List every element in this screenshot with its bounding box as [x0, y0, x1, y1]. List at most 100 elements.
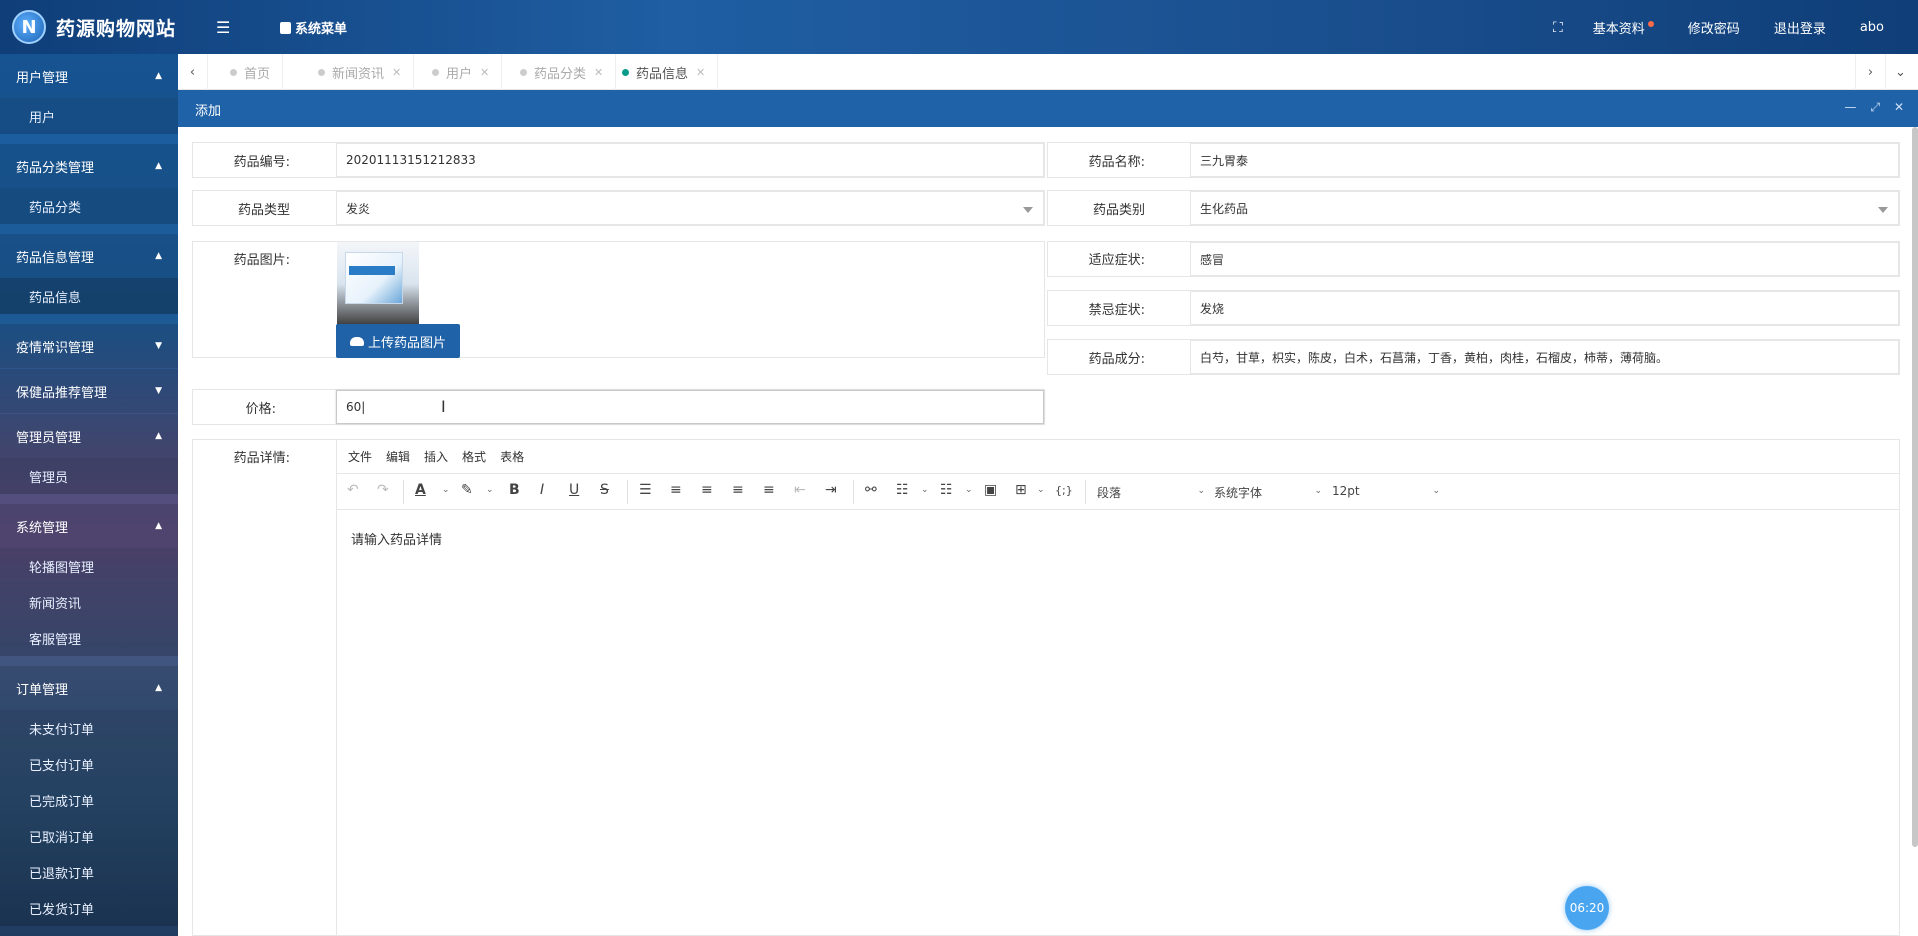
editor-menu-format[interactable]: 格式: [462, 448, 486, 465]
align-left-icon[interactable]: ≡: [670, 482, 682, 498]
image-icon[interactable]: ▣: [984, 482, 997, 498]
system-menu-button[interactable]: 系统菜单: [280, 18, 347, 37]
menu-toggle-icon[interactable]: ☰: [216, 18, 230, 37]
paragraph-select-value: 段落: [1097, 486, 1122, 500]
page-scrollbar[interactable]: [1912, 127, 1918, 847]
sidebar-group-epidemic[interactable]: 疫情常识管理 ▼: [0, 324, 178, 368]
logout-link[interactable]: 退出登录: [1774, 18, 1826, 37]
code-input[interactable]: 20201113151212833: [336, 143, 1044, 177]
indication-input[interactable]: 感冒: [1190, 242, 1899, 276]
close-icon[interactable]: ✕: [392, 66, 401, 79]
sidebar-item-carousel[interactable]: 轮播图管理: [0, 548, 178, 584]
sidebar-item-completed-orders[interactable]: 已完成订单: [0, 782, 178, 818]
numbered-list-icon[interactable]: ☷: [940, 482, 953, 498]
font-color-icon[interactable]: A: [415, 482, 426, 498]
sidebar-group-label: 疫情常识管理: [16, 340, 95, 356]
name-input[interactable]: 三九胃泰: [1190, 143, 1899, 177]
sidebar-item-cancelled-orders[interactable]: 已取消订单: [0, 818, 178, 854]
align-center-icon[interactable]: ≡: [701, 482, 713, 498]
line-height-icon[interactable]: ☰: [639, 482, 652, 498]
sidebar-item-user[interactable]: 用户: [0, 98, 178, 134]
tab-drug-info[interactable]: 药品信息 ✕: [600, 54, 719, 90]
redo-icon[interactable]: ↷: [377, 482, 389, 498]
medicine-box-image: [345, 252, 403, 304]
tabs-bar: ‹ 首页 新闻资讯 ✕ 用户 ✕ 药品分类 ✕ 药品信息 ✕ › ⌄: [178, 54, 1918, 90]
detail-label-cell: [192, 439, 337, 936]
fullscreen-icon[interactable]: ⛶: [1553, 20, 1563, 36]
undo-icon[interactable]: ↶: [347, 482, 359, 498]
sidebar-group-drug-info[interactable]: 药品信息管理 ▲: [0, 234, 178, 278]
tab-user[interactable]: 用户 ✕: [410, 54, 503, 90]
sidebar-group-system[interactable]: 系统管理 ▲: [0, 504, 178, 548]
align-justify-icon[interactable]: ≡: [763, 482, 775, 498]
indent-icon[interactable]: ⇥: [825, 482, 837, 498]
tab-label: 药品分类: [534, 66, 587, 82]
font-size-select-value: 12pt: [1332, 484, 1360, 498]
editor-menu-insert[interactable]: 插入: [424, 448, 448, 465]
tab-next-icon[interactable]: ›: [1855, 54, 1885, 90]
sidebar-group-user[interactable]: 用户管理 ▲: [0, 54, 178, 98]
tab-drug-category[interactable]: 药品分类 ✕: [498, 54, 617, 90]
contraindication-input[interactable]: 发烧: [1190, 291, 1899, 325]
chevron-down-icon: ⌄: [1197, 486, 1205, 496]
chevron-up-icon: ▲: [155, 71, 162, 81]
sidebar-item-drug-category[interactable]: 药品分类: [0, 188, 178, 224]
align-right-icon[interactable]: ≡: [732, 482, 744, 498]
bullet-list-icon[interactable]: ☷: [896, 482, 909, 498]
category-select[interactable]: 生化药品: [1190, 191, 1899, 225]
username[interactable]: abo: [1860, 20, 1884, 35]
editor-menu-file[interactable]: 文件: [348, 448, 372, 465]
chevron-down-icon[interactable]: ⌄: [442, 485, 450, 495]
profile-label: 基本资料: [1592, 22, 1645, 37]
font-size-select[interactable]: 12pt ⌄: [1332, 484, 1440, 498]
tab-prev-icon[interactable]: ‹: [178, 54, 208, 90]
chevron-up-icon: ▲: [155, 161, 162, 171]
sidebar-item-news[interactable]: 新闻资讯: [0, 584, 178, 620]
italic-icon[interactable]: I: [540, 482, 544, 498]
sidebar-group-admin[interactable]: 管理员管理 ▲: [0, 414, 178, 458]
sidebar-item-customer-service[interactable]: 客服管理: [0, 620, 178, 656]
upload-image-button[interactable]: 上传药品图片: [336, 324, 461, 358]
table-icon[interactable]: ⊞: [1015, 482, 1027, 498]
bold-icon[interactable]: B: [509, 482, 520, 498]
profile-link[interactable]: 基本资料: [1593, 18, 1654, 37]
chevron-down-icon[interactable]: ⌄: [965, 485, 973, 495]
close-icon[interactable]: ✕: [696, 66, 705, 79]
editor-content-area[interactable]: 请输入药品详情: [351, 529, 442, 548]
code-icon[interactable]: {;}: [1055, 484, 1073, 497]
type-select[interactable]: 发炎: [336, 191, 1044, 225]
change-password-link[interactable]: 修改密码: [1688, 18, 1740, 37]
category-select-value: 生化药品: [1200, 201, 1249, 216]
sidebar-item-paid-orders[interactable]: 已支付订单: [0, 746, 178, 782]
sidebar-item-drug-info[interactable]: 药品信息: [0, 278, 178, 314]
editor-menu-edit[interactable]: 编辑: [386, 448, 410, 465]
sidebar-item-unpaid-orders[interactable]: 未支付订单: [0, 710, 178, 746]
chevron-down-icon[interactable]: ⌄: [486, 485, 494, 495]
link-icon[interactable]: ⚯: [865, 482, 877, 498]
editor-menubar: 文件 编辑 插入 格式 表格: [337, 440, 1899, 474]
tab-news[interactable]: 新闻资讯 ✕: [296, 54, 415, 90]
close-icon[interactable]: ✕: [1894, 100, 1904, 115]
ingredient-input[interactable]: 白芍，甘草，枳实，陈皮，白术，石菖蒲，丁香，黄柏，肉桂，石榴皮，柿蒂，薄荷脑。: [1190, 340, 1899, 374]
sidebar-item-refunded-orders[interactable]: 已退款订单: [0, 854, 178, 890]
toolbar-divider: [627, 480, 628, 504]
sidebar-group-drug-category[interactable]: 药品分类管理 ▲: [0, 144, 178, 188]
sidebar-item-admin[interactable]: 管理员: [0, 458, 178, 494]
outdent-icon[interactable]: ⇤: [794, 482, 806, 498]
sidebar-item-shipped-orders[interactable]: 已发货订单: [0, 890, 178, 926]
chevron-down-icon[interactable]: ⌄: [1037, 485, 1045, 495]
maximize-icon[interactable]: ⤢: [1870, 100, 1880, 115]
sidebar-group-orders[interactable]: 订单管理 ▲: [0, 666, 178, 710]
chevron-down-icon[interactable]: ⌄: [921, 485, 929, 495]
strikethrough-icon[interactable]: S: [600, 482, 609, 498]
highlight-icon[interactable]: ✎: [461, 482, 473, 498]
editor-menu-table[interactable]: 表格: [500, 448, 524, 465]
paragraph-select[interactable]: 段落 ⌄: [1097, 484, 1205, 501]
sidebar-group-health-products[interactable]: 保健品推荐管理 ▼: [0, 369, 178, 413]
close-icon[interactable]: ✕: [480, 66, 489, 79]
tab-more-icon[interactable]: ⌄: [1885, 54, 1915, 90]
tab-home[interactable]: 首页: [208, 54, 284, 90]
minimize-icon[interactable]: —: [1844, 100, 1856, 115]
underline-icon[interactable]: U: [569, 482, 579, 498]
font-family-select[interactable]: 系统字体 ⌄: [1214, 484, 1322, 501]
